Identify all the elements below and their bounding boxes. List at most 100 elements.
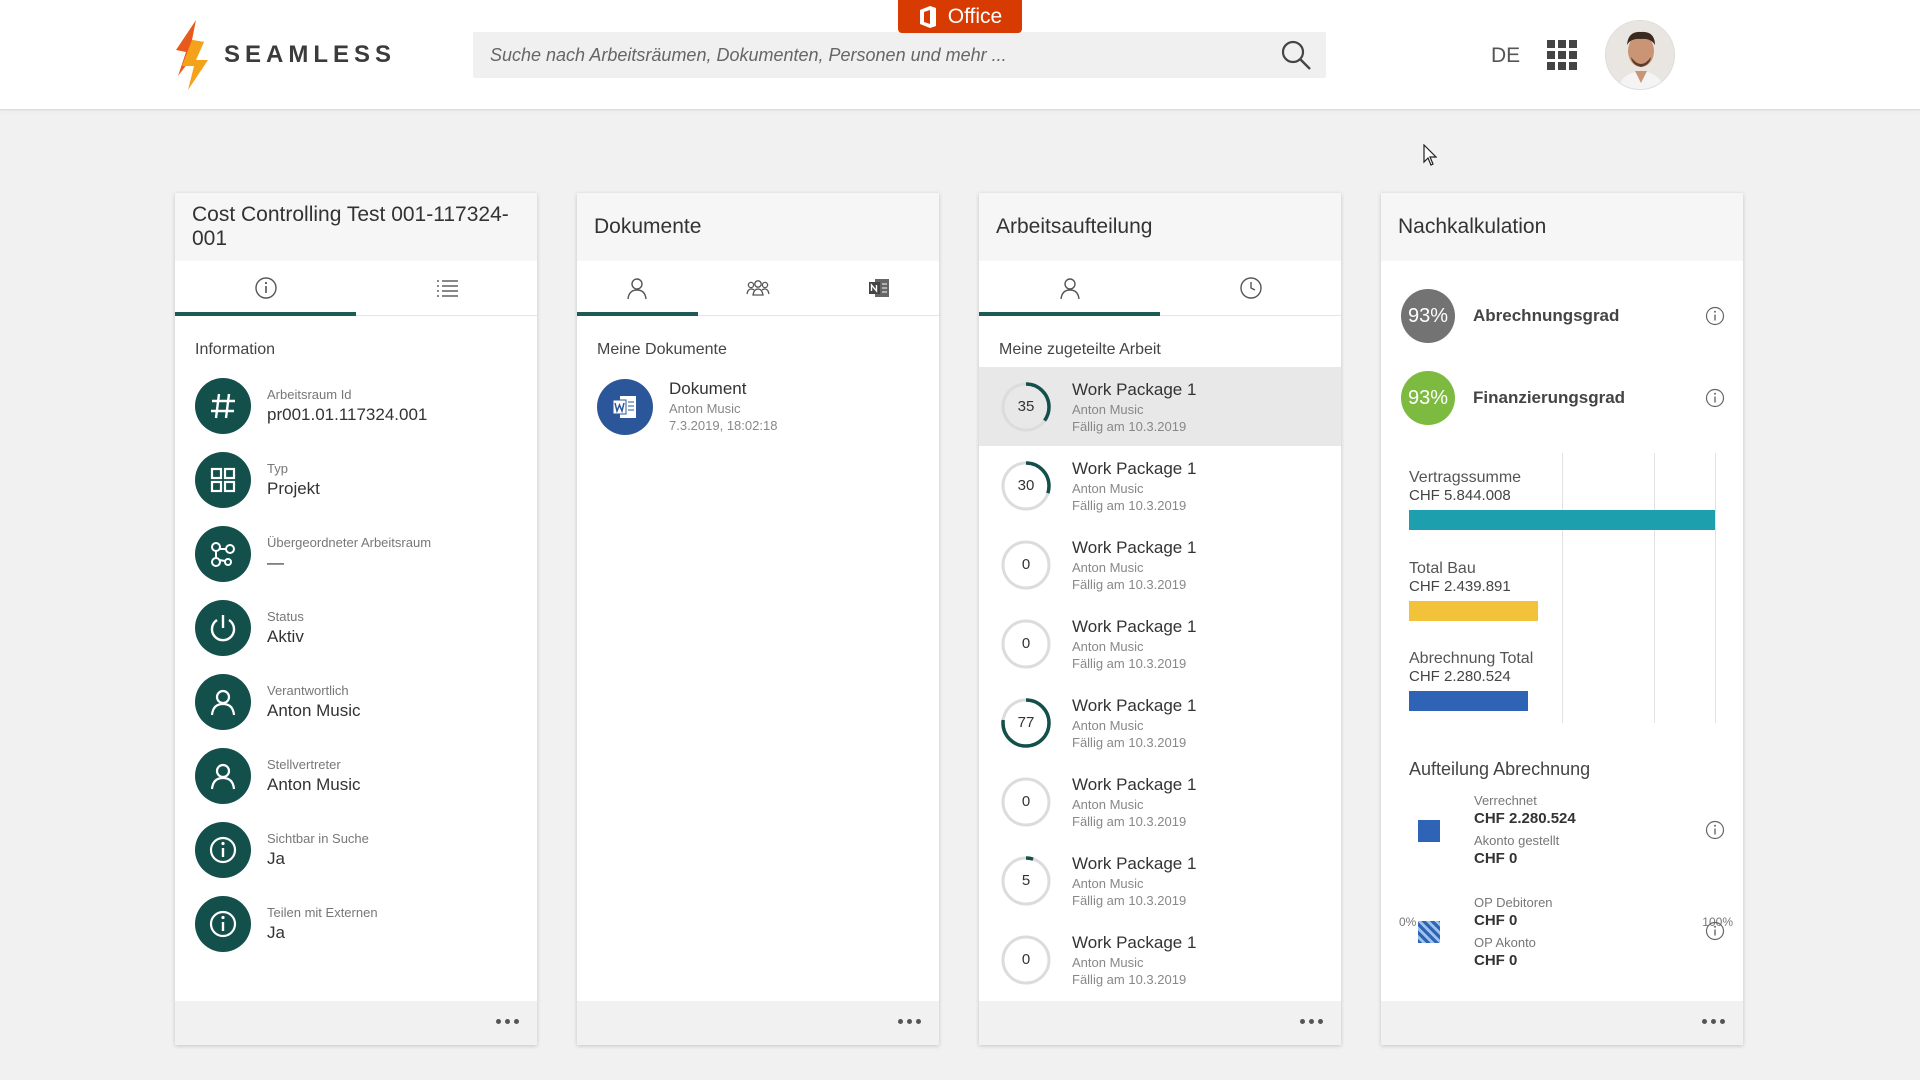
- work-package-due: Fällig am 10.3.2019: [1072, 734, 1187, 750]
- bar-billing-total: Abrechnung Total CHF 2.280.524: [1409, 650, 1715, 711]
- user-photo-icon: [1606, 21, 1674, 89]
- work-package-due: Fällig am 10.3.2019: [1072, 497, 1187, 513]
- person-icon: [210, 763, 236, 790]
- work-package-item[interactable]: 30 Work Package 1 Anton Music Fällig am 10.…: [979, 446, 1341, 525]
- work-package-title: Work Package 1: [1072, 932, 1197, 952]
- info-icon[interactable]: [1705, 306, 1725, 326]
- kpi-billing-degree: 93% Abrechnungsgrad: [1381, 275, 1743, 357]
- progress-ring: 77: [1000, 697, 1052, 749]
- bar-amount: CHF 2.280.524: [1409, 668, 1511, 685]
- progress-value: 77: [1017, 714, 1035, 731]
- work-package-item[interactable]: 0 Work Package 1 Anton Music Fällig am 10.3…: [979, 762, 1341, 841]
- work-package-item[interactable]: 77 Work Package 1 Anton Music Fällig am 10.…: [979, 683, 1341, 762]
- split-value: CHF 0: [1474, 850, 1518, 867]
- avatar[interactable]: [1605, 20, 1675, 90]
- work-package-title: Work Package 1: [1072, 853, 1197, 873]
- person-icon: [210, 689, 236, 716]
- info-row-share-external: Teilen mit Externen Ja: [175, 887, 537, 961]
- language-switch[interactable]: DE: [1491, 44, 1520, 68]
- kpi-value: 93%: [1401, 371, 1455, 425]
- work-package-item[interactable]: 0 Work Package 1 Anton Music Fällig am 10.3…: [979, 604, 1341, 683]
- info-value: Aktiv: [267, 627, 304, 646]
- info-label: Status: [267, 609, 304, 624]
- logo-text: SEAMLESS: [224, 41, 397, 68]
- info-value: Projekt: [267, 479, 320, 498]
- more-icon[interactable]: [1702, 1019, 1725, 1024]
- group-icon: [746, 280, 770, 296]
- section-label: Meine Dokumente: [597, 341, 727, 358]
- more-icon[interactable]: [1300, 1019, 1323, 1024]
- info-row-type: Typ Projekt: [175, 443, 537, 517]
- work-package-person: Anton Music: [1072, 717, 1144, 733]
- progress-ring: 35: [1000, 381, 1052, 433]
- work-package-person: Anton Music: [1072, 480, 1144, 496]
- work-package-due: Fällig am 10.3.2019: [1072, 576, 1187, 592]
- tab-my-documents[interactable]: [577, 261, 698, 316]
- info-label: Typ: [267, 461, 288, 476]
- hash-icon: [211, 393, 235, 419]
- hierarchy-icon: [211, 542, 235, 567]
- person-icon: [1059, 278, 1080, 300]
- bar-label: Total Bau: [1409, 560, 1476, 577]
- tab-information[interactable]: [175, 261, 356, 316]
- tab-history[interactable]: [1160, 261, 1341, 315]
- logo[interactable]: SEAMLESS: [174, 20, 396, 90]
- search-icon[interactable]: [1280, 39, 1312, 71]
- progress-value: 0: [1021, 635, 1031, 652]
- info-tabs: [175, 261, 537, 316]
- billing-split-row: Verrechnet CHF 2.280.524 Akonto gestellt…: [1381, 793, 1743, 873]
- person-icon: [627, 278, 648, 300]
- tab-list[interactable]: [356, 261, 537, 315]
- progress-ring: 0: [1000, 776, 1052, 828]
- work-package-due: Fällig am 10.3.2019: [1072, 655, 1187, 671]
- work-package-person: Anton Music: [1072, 875, 1144, 891]
- work-package-item[interactable]: 35 Work Package 1 Anton Music Fällig am 10.…: [979, 367, 1341, 446]
- info-label: Arbeitsraum Id: [267, 387, 352, 402]
- bar-fill: [1409, 691, 1529, 711]
- document-item[interactable]: Dokument Anton Music 7.3.2019, 18:02:18: [577, 369, 939, 445]
- work-package-due: Fällig am 10.3.2019: [1072, 418, 1187, 434]
- cost-bar-chart: Vertragssumme CHF 5.844.008 Total Bau CH…: [1409, 453, 1716, 733]
- work-package-item[interactable]: 0 Work Package 1 Anton Music Fällig am 10.3…: [979, 525, 1341, 604]
- progress-ring: 30: [1000, 460, 1052, 512]
- list-icon: [436, 280, 458, 297]
- costing-card: Nachkalkulation 93% Abrechnungsgrad 93% …: [1381, 193, 1743, 1045]
- kpi-financing-degree: 93% Finanzierungsgrad: [1381, 357, 1743, 439]
- info-value: —: [267, 553, 284, 572]
- tab-onenote[interactable]: [818, 261, 939, 315]
- office-button[interactable]: Office: [898, 0, 1022, 33]
- bar-total-construction: Total Bau CHF 2.439.891: [1409, 560, 1715, 621]
- mouse-cursor-icon: [1423, 144, 1437, 166]
- app-launcher-icon[interactable]: [1547, 40, 1577, 70]
- kpi-value: 93%: [1401, 289, 1455, 343]
- more-icon[interactable]: [496, 1019, 519, 1024]
- tab-shared-documents[interactable]: [698, 261, 819, 315]
- info-value: Ja: [267, 849, 285, 868]
- info-icon[interactable]: [1705, 388, 1725, 408]
- more-icon[interactable]: [898, 1019, 921, 1024]
- bar-label: Vertragssumme: [1409, 469, 1522, 486]
- info-icon[interactable]: [1705, 820, 1725, 840]
- search-box: [473, 32, 1326, 78]
- onenote-icon: [868, 279, 889, 297]
- info-label: Sichtbar in Suche: [267, 831, 369, 846]
- info-icon[interactable]: [1705, 921, 1725, 941]
- kpi-label: Finanzierungsgrad: [1473, 388, 1626, 407]
- card-title: Cost Controlling Test 001-117324-001: [175, 193, 537, 261]
- grid-icon: [210, 467, 236, 493]
- progress-value: 30: [1017, 477, 1035, 494]
- info-label: Teilen mit Externen: [267, 905, 378, 920]
- card-footer: [1381, 1001, 1743, 1045]
- progress-value: 5: [1021, 872, 1031, 889]
- work-package-item[interactable]: 5 Work Package 1 Anton Music Fällig am 10.3…: [979, 841, 1341, 920]
- section-label: Information: [195, 341, 276, 358]
- work-package-person: Anton Music: [1072, 401, 1144, 417]
- work-breakdown-card: Arbeitsaufteilung Meine zugeteilte Arbei…: [979, 193, 1341, 1045]
- search-input[interactable]: [473, 32, 1326, 78]
- tab-my-work[interactable]: [979, 261, 1160, 316]
- split-label: OP Akonto: [1474, 935, 1536, 950]
- work-package-item[interactable]: 0 Work Package 1 Anton Music Fällig am 10.3…: [979, 920, 1341, 999]
- office-icon: [919, 5, 936, 28]
- info-label: Übergeordneter Arbeitsraum: [267, 535, 432, 550]
- split-label: OP Debitoren: [1474, 895, 1553, 910]
